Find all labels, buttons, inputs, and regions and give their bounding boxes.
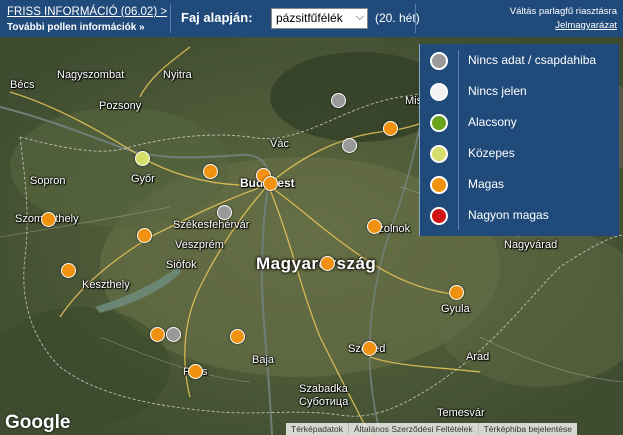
pollen-station-marker[interactable] (135, 151, 150, 166)
city-label: Arad (466, 351, 490, 363)
species-select-value: pázsitfűfélék (276, 11, 343, 25)
city-label: Nyitra (163, 69, 192, 81)
legend-item: Nincs jelen (420, 76, 619, 107)
city-label: Veszprém (175, 239, 224, 251)
switch-ragweed-link[interactable]: Váltás parlagfű riasztásra (510, 6, 617, 17)
city-label: Pozsony (99, 100, 142, 112)
city-label: Суботица (299, 396, 349, 408)
city-label: Szabadka (299, 383, 348, 395)
legend-item: Magas (420, 169, 619, 200)
legend-item: Nagyon magas (420, 200, 619, 231)
pollen-station-marker[interactable] (342, 138, 357, 153)
pollen-station-marker[interactable] (383, 121, 398, 136)
map-data-link[interactable]: Térképadatok (286, 423, 348, 435)
city-label: Bécs (10, 79, 35, 91)
city-label: Keszthely (82, 279, 130, 291)
legend-label: Magas (468, 177, 505, 191)
pollen-station-marker[interactable] (320, 256, 335, 271)
pollen-station-marker[interactable] (41, 212, 56, 227)
legend-panel: Nincs adat / csapdahiba Nincs jelen Alac… (419, 44, 619, 236)
pollen-station-marker[interactable] (263, 176, 278, 191)
legend-dot-very-high (430, 207, 448, 225)
pollen-station-marker[interactable] (150, 327, 165, 342)
city-label: Nagyszombat (57, 69, 125, 81)
legend-item: Közepes (420, 138, 619, 169)
country-label: Magyarország (256, 254, 377, 273)
legend-dot-low (430, 114, 448, 132)
pollen-station-marker[interactable] (203, 164, 218, 179)
more-pollen-info-link[interactable]: További pollen információk » (7, 22, 145, 33)
city-label: Győr (131, 173, 155, 185)
city-label: Sopron (30, 175, 66, 187)
map-attribution: Térképadatok Általános Szerződési Feltét… (286, 423, 577, 435)
fresh-info-link[interactable]: FRISS INFORMÁCIÓ (06.02) > (7, 6, 167, 18)
pollen-station-marker[interactable] (230, 329, 245, 344)
legend-dot-none (430, 83, 448, 101)
top-bar: FRISS INFORMÁCIÓ (06.02) > További polle… (0, 0, 623, 37)
header-divider (170, 4, 171, 33)
pollen-station-marker[interactable] (166, 327, 181, 342)
city-label: Székesfehérvár (173, 219, 250, 231)
city-label: Temesvár (437, 407, 485, 419)
legend-label: Nincs adat / csapdahiba (468, 53, 597, 67)
city-label: Nagyvárad (504, 239, 558, 251)
pollen-station-marker[interactable] (137, 228, 152, 243)
chevron-down-icon: ⌵ (355, 11, 364, 23)
legend-label: Nagyon magas (468, 208, 549, 222)
legend-dot-high (430, 176, 448, 194)
city-label: Gyula (441, 303, 470, 315)
legend-link[interactable]: Jelmagyarázat (555, 20, 617, 31)
pollen-station-marker[interactable] (61, 263, 76, 278)
legend-dot-medium (430, 145, 448, 163)
legend-item: Alacsony (420, 107, 619, 138)
pollen-station-marker[interactable] (449, 285, 464, 300)
city-label: Siófok (166, 259, 197, 271)
city-label: Baja (252, 354, 275, 366)
legend-dot-no-data (430, 52, 448, 70)
terms-link[interactable]: Általános Szerződési Feltételek (347, 423, 478, 435)
legend-label: Nincs jelen (468, 84, 527, 98)
google-logo[interactable]: Google (5, 412, 70, 434)
report-map-error-link[interactable]: Térképhiba bejelentése (477, 423, 577, 435)
pollen-station-marker[interactable] (217, 205, 232, 220)
pollen-station-marker[interactable] (367, 219, 382, 234)
pollen-station-marker[interactable] (362, 341, 377, 356)
pollen-station-marker[interactable] (188, 364, 203, 379)
header-divider (415, 4, 416, 33)
week-label: (20. hét) (375, 11, 420, 25)
legend-label: Alacsony (468, 115, 517, 129)
species-label: Faj alapján: (181, 10, 253, 25)
species-select[interactable]: pázsitfűfélék ⌵ (271, 8, 368, 29)
pollen-station-marker[interactable] (331, 93, 346, 108)
legend-label: Közepes (468, 146, 515, 160)
legend-item: Nincs adat / csapdahiba (420, 45, 619, 76)
city-label: Vác (270, 138, 289, 150)
